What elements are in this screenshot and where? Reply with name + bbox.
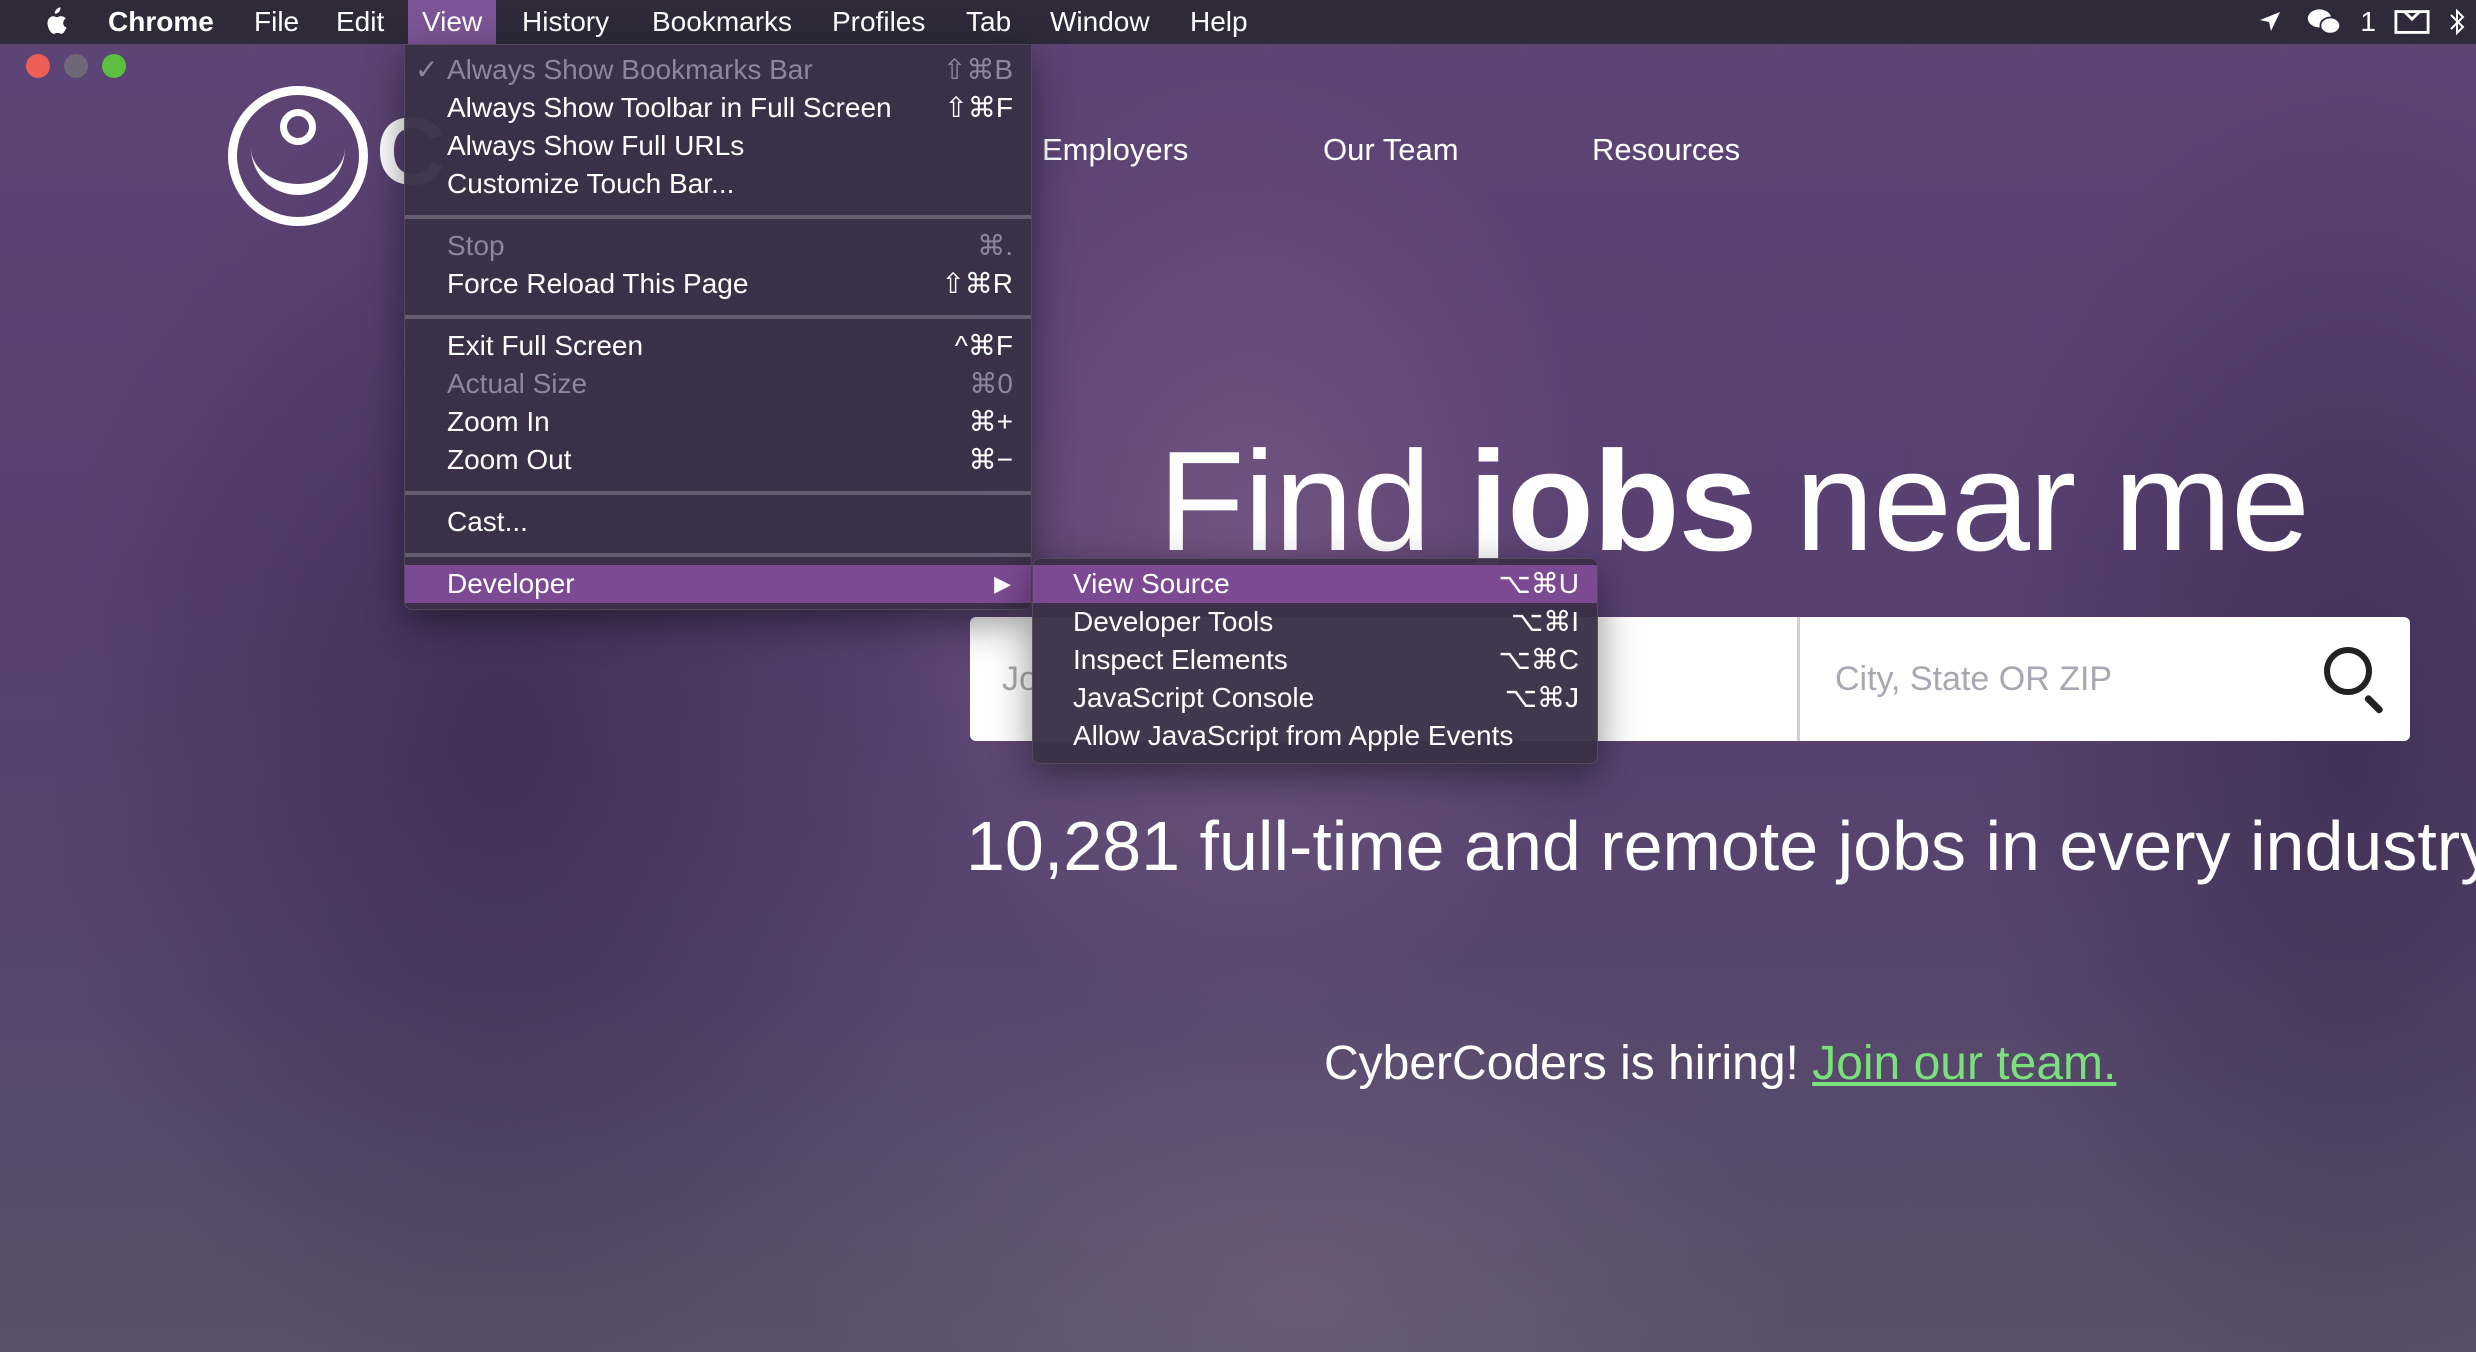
menubar-app-chrome[interactable]: Chrome: [94, 0, 228, 44]
menu-item-label: JavaScript Console: [1073, 682, 1315, 713]
developer-submenu: View Source ⌥⌘U Developer Tools ⌥⌘I Insp…: [1032, 558, 1598, 764]
menu-shortcut: ⌘+: [968, 406, 1013, 437]
nav-resources[interactable]: Resources: [1592, 132, 1740, 168]
menu-item-label: Zoom Out: [447, 444, 572, 475]
menubar-edit[interactable]: Edit: [322, 0, 398, 44]
cybercoders-logo-icon[interactable]: [228, 86, 368, 226]
menu-item-always-show-bookmarks-bar[interactable]: ✓ Always Show Bookmarks Bar ⇧⌘B: [405, 51, 1031, 89]
menubar-file[interactable]: File: [240, 0, 313, 44]
status-icons: 1: [2252, 0, 2476, 44]
menu-shortcut: ⌘0: [969, 368, 1013, 399]
menubar-tab[interactable]: Tab: [952, 0, 1025, 44]
minimize-window-button[interactable]: [64, 54, 88, 78]
menu-item-label: Allow JavaScript from Apple Events: [1073, 720, 1514, 751]
menu-item-label: Stop: [447, 230, 505, 261]
menu-item-exit-full-screen[interactable]: Exit Full Screen ^⌘F: [405, 327, 1031, 365]
hiring-banner: CyberCoders is hiring! Join our team.: [1324, 1036, 2116, 1091]
menu-item-label: Actual Size: [447, 368, 588, 399]
nav-employers[interactable]: Employers: [1042, 132, 1188, 168]
menu-item-customize-touch-bar[interactable]: Customize Touch Bar...: [405, 165, 1031, 203]
menu-shortcut: ⇧⌘F: [944, 92, 1013, 123]
menu-item-stop[interactable]: Stop ⌘.: [405, 227, 1031, 265]
menu-item-label: Force Reload This Page: [447, 268, 749, 299]
menu-item-zoom-out[interactable]: Zoom Out ⌘−: [405, 441, 1031, 479]
hiring-text: CyberCoders is hiring!: [1324, 1037, 1799, 1090]
checkmark-icon: ✓: [415, 54, 439, 85]
menu-item-force-reload[interactable]: Force Reload This Page ⇧⌘R: [405, 265, 1031, 303]
wechat-icon[interactable]: [2306, 4, 2342, 40]
menu-item-inspect-elements[interactable]: Inspect Elements ⌥⌘C: [1033, 641, 1597, 679]
apple-icon[interactable]: [40, 6, 68, 38]
airplay-icon[interactable]: [2394, 4, 2430, 40]
menu-shortcut: ⌘−: [968, 444, 1013, 475]
menu-item-javascript-console[interactable]: JavaScript Console ⌥⌘J: [1033, 679, 1597, 717]
menu-item-label: View Source: [1073, 568, 1230, 599]
menu-item-label: Zoom In: [447, 406, 550, 437]
location-search-placeholder: City, State OR ZIP: [1835, 659, 2113, 698]
menu-item-label: Developer: [447, 568, 575, 599]
location-search-input[interactable]: City, State OR ZIP: [1803, 617, 2313, 741]
menu-item-label: Cast...: [447, 506, 528, 537]
menu-item-allow-javascript-apple-events[interactable]: Allow JavaScript from Apple Events: [1033, 717, 1597, 755]
menu-separator: [405, 315, 1031, 319]
menu-item-label: Inspect Elements: [1073, 644, 1288, 675]
close-window-button[interactable]: [26, 54, 50, 78]
menu-item-label: Exit Full Screen: [447, 330, 644, 361]
menu-item-view-source[interactable]: View Source ⌥⌘U: [1033, 565, 1597, 603]
submenu-arrow-icon: ▶: [994, 571, 1011, 596]
menu-item-cast[interactable]: Cast...: [405, 503, 1031, 541]
view-menu: ✓ Always Show Bookmarks Bar ⇧⌘B Always S…: [404, 44, 1032, 610]
fullscreen-window-button[interactable]: [102, 54, 126, 78]
menu-item-label: Always Show Toolbar in Full Screen: [447, 92, 892, 123]
wechat-count: 1: [2360, 6, 2376, 37]
window-controls: [26, 54, 126, 78]
menubar-history[interactable]: History: [508, 0, 623, 44]
menu-shortcut: ⌥⌘J: [1504, 682, 1579, 713]
menu-shortcut: ⌘.: [977, 230, 1013, 261]
menu-shortcut: ⇧⌘R: [941, 268, 1013, 299]
menu-item-zoom-in[interactable]: Zoom In ⌘+: [405, 403, 1031, 441]
menu-item-always-show-toolbar[interactable]: Always Show Toolbar in Full Screen ⇧⌘F: [405, 89, 1031, 127]
menu-separator: [405, 491, 1031, 495]
location-arrow-icon[interactable]: [2252, 4, 2288, 40]
menu-item-label: Customize Touch Bar...: [447, 168, 735, 199]
bluetooth-icon[interactable]: [2448, 4, 2466, 40]
menu-item-developer-tools[interactable]: Developer Tools ⌥⌘I: [1033, 603, 1597, 641]
menubar-view[interactable]: View: [408, 0, 497, 44]
menu-item-actual-size[interactable]: Actual Size ⌘0: [405, 365, 1031, 403]
menu-shortcut: ⌥⌘U: [1498, 568, 1580, 599]
hero-suffix: near me: [1795, 422, 2310, 581]
menu-separator: [405, 215, 1031, 219]
menubar-profiles[interactable]: Profiles: [818, 0, 939, 44]
menu-item-always-show-full-urls[interactable]: Always Show Full URLs: [405, 127, 1031, 165]
menubar: Chrome File Edit View History Bookmarks …: [0, 0, 2476, 44]
menu-shortcut: ⇧⌘B: [942, 54, 1013, 85]
search-icon[interactable]: [2316, 639, 2396, 719]
menu-shortcut: ⌥⌘C: [1498, 644, 1580, 675]
menu-item-label: Developer Tools: [1073, 606, 1274, 637]
menu-shortcut: ⌥⌘I: [1510, 606, 1579, 637]
job-count-text: 10,281 full-time and remote jobs in ever…: [966, 807, 2476, 885]
menu-item-label: Always Show Bookmarks Bar: [447, 54, 813, 85]
nav-our-team[interactable]: Our Team: [1323, 132, 1459, 168]
menubar-window[interactable]: Window: [1036, 0, 1164, 44]
menu-item-label: Always Show Full URLs: [447, 130, 745, 161]
join-team-link[interactable]: Join our team.: [1812, 1037, 2116, 1090]
menu-separator: [405, 553, 1031, 557]
menu-item-developer[interactable]: Developer ▶: [405, 565, 1031, 603]
menubar-bookmarks[interactable]: Bookmarks: [638, 0, 806, 44]
menubar-help[interactable]: Help: [1176, 0, 1262, 44]
menu-shortcut: ^⌘F: [954, 330, 1013, 361]
